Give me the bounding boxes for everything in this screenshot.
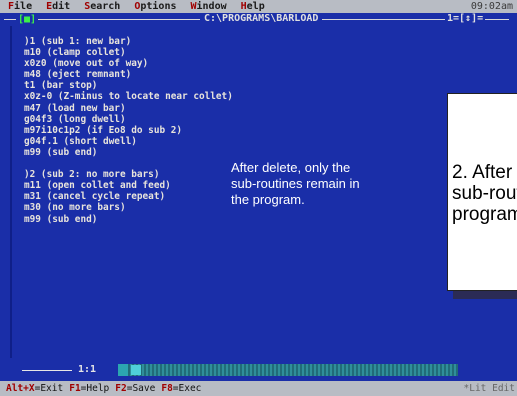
code-line: m97i10c1p2 (if Eo8 do sub 2): [24, 124, 183, 136]
code-line: m31 (cancel cycle repeat): [24, 191, 166, 203]
menu-edit[interactable]: Edit: [46, 1, 70, 12]
status-help[interactable]: F1=Help: [69, 383, 109, 394]
window-title: C:\PROGRAMS\BARLOAD: [200, 13, 323, 24]
status-mode: *Lit Edit: [463, 383, 515, 394]
scroll-rule: [22, 370, 72, 371]
cursor-position: 1:1: [75, 364, 100, 375]
code-line: m10 (clamp collet): [24, 47, 126, 59]
callout-box: 2. After delete, only the sub-routines r…: [447, 93, 517, 291]
scroll-left-arrow-icon[interactable]: [118, 364, 128, 376]
window-number[interactable]: 1=[↕]=: [445, 13, 486, 24]
menu-search[interactable]: Search: [84, 1, 120, 12]
code-line: )1 (sub 1: new bar): [24, 36, 132, 47]
close-icon[interactable]: [■]: [16, 14, 39, 25]
scroll-thumb[interactable]: [131, 365, 141, 375]
code-line: g04f.1 (short dwell): [24, 135, 137, 147]
code-line: )2 (sub 2: no more bars): [24, 169, 160, 181]
code-line: m30 (no more bars): [24, 202, 126, 214]
annotation-note: After delete, only the sub-routines rema…: [231, 160, 360, 207]
code-line: x0z0 (move out of way): [24, 58, 149, 70]
scroll-row: 1:1: [0, 364, 517, 376]
window-left-border: [10, 26, 12, 358]
clock: 09:02am: [470, 1, 513, 12]
horizontal-scrollbar[interactable]: [118, 364, 458, 376]
status-bar: Alt+X=Exit F1=Help F2=Save F8=Exec *Lit …: [0, 381, 517, 396]
menu-help[interactable]: Help: [241, 1, 265, 12]
status-exit[interactable]: Alt+X=Exit: [6, 383, 63, 394]
code-line: t1 (bar stop): [24, 80, 98, 92]
code-line: x0z-0 (Z-minus to locate near collet): [24, 91, 233, 103]
status-save[interactable]: F2=Save: [115, 383, 155, 394]
code-line: m99 (sub end): [24, 213, 98, 225]
code-line: m99 (sub end): [24, 146, 98, 158]
code-editor[interactable]: )1 (sub 1: new bar) m10 (clamp collet) x…: [24, 36, 264, 225]
menu-window[interactable]: Window: [190, 1, 226, 12]
callout-text: 2. After delete, only the sub-routines r…: [452, 162, 517, 225]
status-exec[interactable]: F8=Exec: [161, 383, 201, 394]
code-line: m47 (load new bar): [24, 102, 126, 114]
window-title-bar: [■] C:\PROGRAMS\BARLOAD 1=[↕]=: [0, 13, 517, 26]
menu-bar: File Edit Search Options Window Help 09:…: [0, 0, 517, 13]
code-line: m48 (eject remnant): [24, 69, 132, 81]
menu-options[interactable]: Options: [134, 1, 176, 12]
menu-file[interactable]: File: [8, 1, 32, 12]
code-line: m11 (open collet and feed): [24, 180, 171, 192]
code-line: g04f3 (long dwell): [24, 113, 126, 125]
